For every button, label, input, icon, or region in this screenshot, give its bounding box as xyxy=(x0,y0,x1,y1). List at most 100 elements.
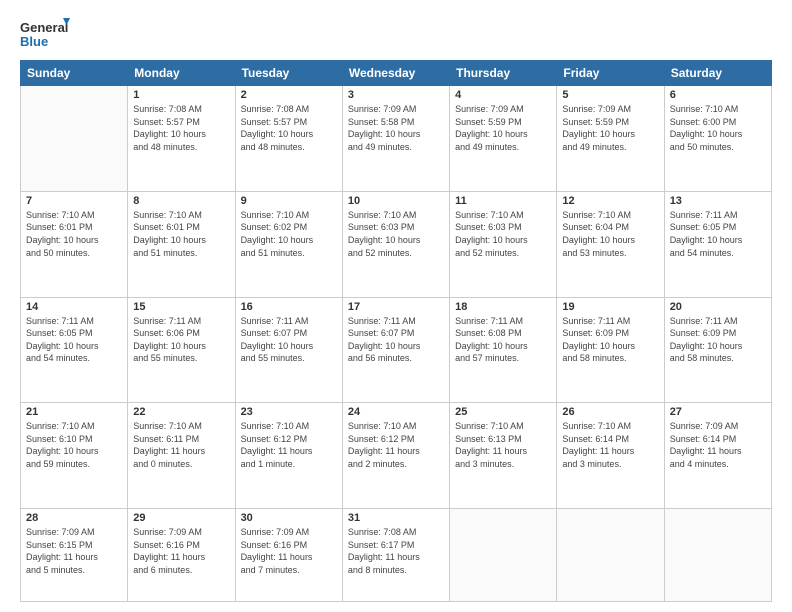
logo-svg: General Blue xyxy=(20,16,70,52)
day-header-friday: Friday xyxy=(557,61,664,86)
day-number: 5 xyxy=(562,89,658,101)
page: General Blue SundayMondayTuesdayWednesda… xyxy=(0,0,792,612)
day-number: 23 xyxy=(241,406,337,418)
day-cell xyxy=(21,86,128,192)
day-detail: Sunrise: 7:10 AMSunset: 6:03 PMDaylight:… xyxy=(348,209,444,259)
day-number: 16 xyxy=(241,301,337,313)
day-number: 4 xyxy=(455,89,551,101)
day-number: 2 xyxy=(241,89,337,101)
day-header-saturday: Saturday xyxy=(664,61,771,86)
day-detail: Sunrise: 7:10 AMSunset: 6:04 PMDaylight:… xyxy=(562,209,658,259)
day-number: 21 xyxy=(26,406,122,418)
day-cell: 31 Sunrise: 7:08 AMSunset: 6:17 PMDayligh… xyxy=(342,509,449,602)
day-number: 10 xyxy=(348,195,444,207)
day-detail: Sunrise: 7:09 AMSunset: 6:16 PMDaylight:… xyxy=(133,526,229,576)
day-detail: Sunrise: 7:09 AMSunset: 5:59 PMDaylight:… xyxy=(562,103,658,153)
day-detail: Sunrise: 7:10 AMSunset: 6:11 PMDaylight:… xyxy=(133,420,229,470)
day-detail: Sunrise: 7:11 AMSunset: 6:06 PMDaylight:… xyxy=(133,315,229,365)
day-cell: 22 Sunrise: 7:10 AMSunset: 6:11 PMDayligh… xyxy=(128,403,235,509)
day-header-thursday: Thursday xyxy=(450,61,557,86)
logo: General Blue xyxy=(20,16,70,52)
week-row-2: 7 Sunrise: 7:10 AMSunset: 6:01 PMDaylight… xyxy=(21,191,772,297)
day-detail: Sunrise: 7:10 AMSunset: 6:01 PMDaylight:… xyxy=(133,209,229,259)
day-cell: 26Sunrise: 7:10 AMSunset: 6:14 PMDayligh… xyxy=(557,403,664,509)
day-cell: 7Sunrise: 7:10 AMSunset: 6:01 PMDaylight… xyxy=(21,191,128,297)
day-detail: Sunrise: 7:09 AMSunset: 6:14 PMDaylight:… xyxy=(670,420,766,470)
day-number: 8 xyxy=(133,195,229,207)
day-detail: Sunrise: 7:10 AMSunset: 6:13 PMDaylight:… xyxy=(455,420,551,470)
day-number: 22 xyxy=(133,406,229,418)
day-cell xyxy=(557,509,664,602)
day-detail: Sunrise: 7:10 AMSunset: 6:02 PMDaylight:… xyxy=(241,209,337,259)
day-cell: 10 Sunrise: 7:10 AMSunset: 6:03 PMDayligh… xyxy=(342,191,449,297)
svg-text:Blue: Blue xyxy=(20,34,48,49)
day-cell: 18 Sunrise: 7:11 AMSunset: 6:08 PMDayligh… xyxy=(450,297,557,403)
week-row-3: 14 Sunrise: 7:11 AMSunset: 6:05 PMDayligh… xyxy=(21,297,772,403)
day-header-monday: Monday xyxy=(128,61,235,86)
day-cell: 30 Sunrise: 7:09 AMSunset: 6:16 PMDayligh… xyxy=(235,509,342,602)
day-detail: Sunrise: 7:09 AMSunset: 5:59 PMDaylight:… xyxy=(455,103,551,153)
day-cell: 6 Sunrise: 7:10 AMSunset: 6:00 PMDaylight… xyxy=(664,86,771,192)
day-detail: Sunrise: 7:11 AMSunset: 6:08 PMDaylight:… xyxy=(455,315,551,365)
day-cell: 16Sunrise: 7:11 AMSunset: 6:07 PMDayligh… xyxy=(235,297,342,403)
day-cell: 29 Sunrise: 7:09 AMSunset: 6:16 PMDayligh… xyxy=(128,509,235,602)
week-row-4: 21 Sunrise: 7:10 AMSunset: 6:10 PMDayligh… xyxy=(21,403,772,509)
day-cell: 19 Sunrise: 7:11 AMSunset: 6:09 PMDayligh… xyxy=(557,297,664,403)
day-detail: Sunrise: 7:10 AMSunset: 6:10 PMDaylight:… xyxy=(26,420,122,470)
day-cell: 3 Sunrise: 7:09 AMSunset: 5:58 PMDaylight… xyxy=(342,86,449,192)
day-detail: Sunrise: 7:11 AMSunset: 6:05 PMDaylight:… xyxy=(670,209,766,259)
day-cell: 5 Sunrise: 7:09 AMSunset: 5:59 PMDaylight… xyxy=(557,86,664,192)
day-header-sunday: Sunday xyxy=(21,61,128,86)
day-detail: Sunrise: 7:08 AMSunset: 6:17 PMDaylight:… xyxy=(348,526,444,576)
day-number: 14 xyxy=(26,301,122,313)
day-detail: Sunrise: 7:09 AMSunset: 5:58 PMDaylight:… xyxy=(348,103,444,153)
day-number: 27 xyxy=(670,406,766,418)
day-cell: 28Sunrise: 7:09 AMSunset: 6:15 PMDayligh… xyxy=(21,509,128,602)
day-cell: 14 Sunrise: 7:11 AMSunset: 6:05 PMDayligh… xyxy=(21,297,128,403)
day-detail: Sunrise: 7:10 AMSunset: 6:03 PMDaylight:… xyxy=(455,209,551,259)
day-cell: 13Sunrise: 7:11 AMSunset: 6:05 PMDayligh… xyxy=(664,191,771,297)
day-number: 1 xyxy=(133,89,229,101)
day-detail: Sunrise: 7:09 AMSunset: 6:16 PMDaylight:… xyxy=(241,526,337,576)
day-number: 30 xyxy=(241,512,337,524)
day-cell xyxy=(450,509,557,602)
day-number: 24 xyxy=(348,406,444,418)
day-detail: Sunrise: 7:10 AMSunset: 6:12 PMDaylight:… xyxy=(241,420,337,470)
day-number: 15 xyxy=(133,301,229,313)
day-header-wednesday: Wednesday xyxy=(342,61,449,86)
day-number: 29 xyxy=(133,512,229,524)
day-cell: 21 Sunrise: 7:10 AMSunset: 6:10 PMDayligh… xyxy=(21,403,128,509)
day-number: 11 xyxy=(455,195,551,207)
day-number: 17 xyxy=(348,301,444,313)
day-cell: 15 Sunrise: 7:11 AMSunset: 6:06 PMDayligh… xyxy=(128,297,235,403)
calendar-table: SundayMondayTuesdayWednesdayThursdayFrid… xyxy=(20,60,772,602)
day-number: 3 xyxy=(348,89,444,101)
day-detail: Sunrise: 7:11 AMSunset: 6:05 PMDaylight:… xyxy=(26,315,122,365)
day-cell: 1 Sunrise: 7:08 AMSunset: 5:57 PMDaylight… xyxy=(128,86,235,192)
day-cell: 23 Sunrise: 7:10 AMSunset: 6:12 PMDayligh… xyxy=(235,403,342,509)
day-detail: Sunrise: 7:10 AMSunset: 6:12 PMDaylight:… xyxy=(348,420,444,470)
day-cell: 11 Sunrise: 7:10 AMSunset: 6:03 PMDayligh… xyxy=(450,191,557,297)
day-cell: 9Sunrise: 7:10 AMSunset: 6:02 PMDaylight… xyxy=(235,191,342,297)
day-cell: 2Sunrise: 7:08 AMSunset: 5:57 PMDaylight… xyxy=(235,86,342,192)
week-row-5: 28Sunrise: 7:09 AMSunset: 6:15 PMDayligh… xyxy=(21,509,772,602)
day-cell: 20Sunrise: 7:11 AMSunset: 6:09 PMDayligh… xyxy=(664,297,771,403)
day-detail: Sunrise: 7:10 AMSunset: 6:00 PMDaylight:… xyxy=(670,103,766,153)
day-number: 31 xyxy=(348,512,444,524)
day-detail: Sunrise: 7:08 AMSunset: 5:57 PMDaylight:… xyxy=(133,103,229,153)
day-detail: Sunrise: 7:11 AMSunset: 6:09 PMDaylight:… xyxy=(562,315,658,365)
day-number: 20 xyxy=(670,301,766,313)
day-cell xyxy=(664,509,771,602)
day-detail: Sunrise: 7:09 AMSunset: 6:15 PMDaylight:… xyxy=(26,526,122,576)
day-number: 19 xyxy=(562,301,658,313)
day-number: 18 xyxy=(455,301,551,313)
day-number: 7 xyxy=(26,195,122,207)
day-cell: 8 Sunrise: 7:10 AMSunset: 6:01 PMDaylight… xyxy=(128,191,235,297)
day-number: 25 xyxy=(455,406,551,418)
header-row: SundayMondayTuesdayWednesdayThursdayFrid… xyxy=(21,61,772,86)
day-cell: 27 Sunrise: 7:09 AMSunset: 6:14 PMDayligh… xyxy=(664,403,771,509)
day-number: 6 xyxy=(670,89,766,101)
day-cell: 25 Sunrise: 7:10 AMSunset: 6:13 PMDayligh… xyxy=(450,403,557,509)
svg-text:General: General xyxy=(20,20,68,35)
header: General Blue xyxy=(20,16,772,52)
